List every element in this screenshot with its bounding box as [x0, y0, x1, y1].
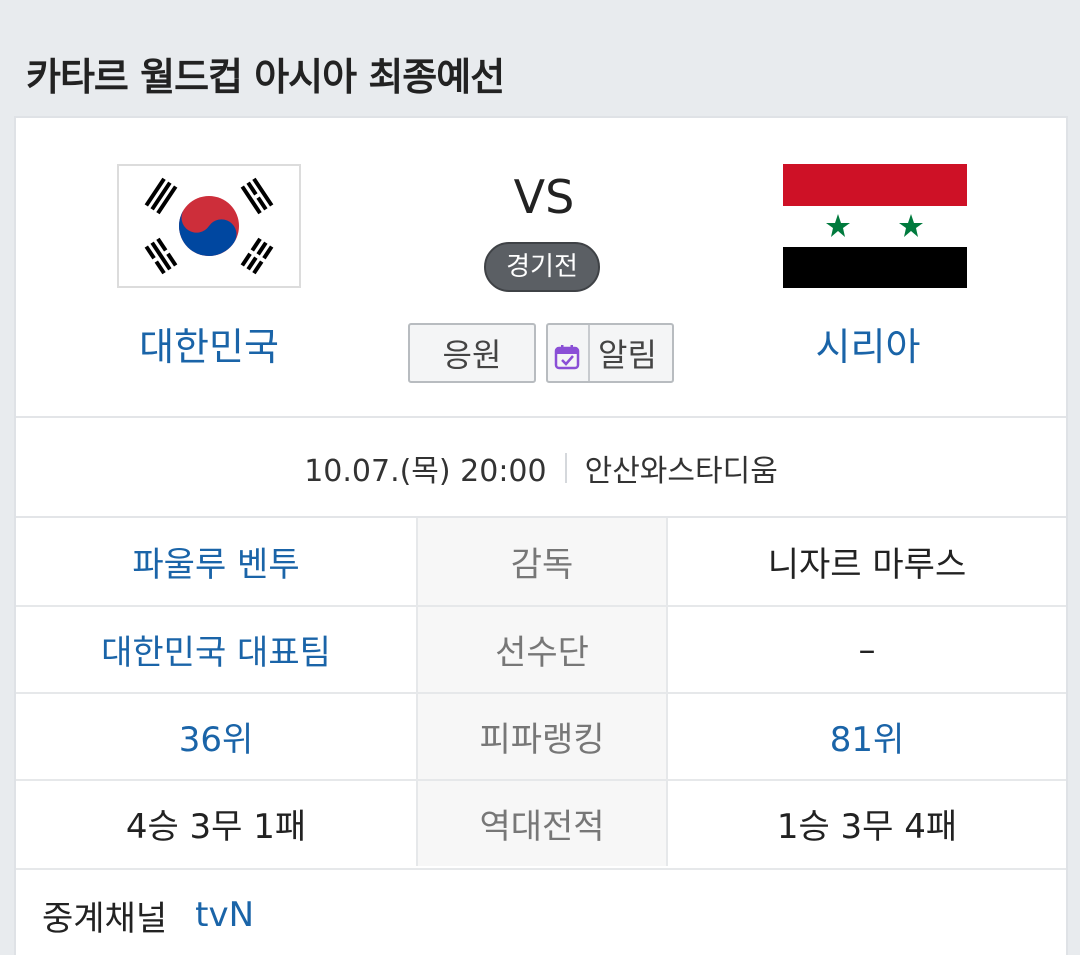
broadcast-row: 중계채널 tvN	[16, 868, 1066, 955]
page: 카타르 월드컵 아시아 최종예선 대한민국 VS 경기전 응원 알림 시리아 1…	[0, 0, 1080, 955]
cheer-button-label: 응원	[442, 336, 502, 374]
home-team-name[interactable]: 대한민국	[79, 316, 339, 371]
home-squad[interactable]: 대한민국 대표팀	[16, 607, 416, 692]
table-row: 파울루 벤투 감독 니자르 마루스	[16, 518, 1066, 605]
row-label: 선수단	[416, 607, 668, 692]
stats-table: 파울루 벤투 감독 니자르 마루스 대한민국 대표팀 선수단 – 36위 피파랭…	[16, 518, 1066, 866]
row-label: 감독	[416, 518, 668, 605]
page-title: 카타르 월드컵 아시아 최종예선	[26, 55, 505, 99]
row-label: 피파랭킹	[416, 694, 668, 779]
vs-label: VS	[513, 170, 575, 224]
match-info: 10.07.(목) 20:00 안산와스타디움	[16, 420, 1066, 516]
match-datetime: 10.07.(목) 20:00	[304, 454, 547, 489]
match-venue: 안산와스타디움	[584, 454, 778, 489]
status-badge: 경기전	[484, 242, 600, 292]
broadcast-channel-link[interactable]: tvN	[195, 895, 254, 935]
alarm-divider	[588, 325, 590, 381]
home-record: 4승 3무 1패	[125, 807, 307, 847]
alarm-button[interactable]: 알림	[546, 323, 674, 383]
alarm-button-label: 알림	[598, 336, 657, 374]
table-row: 대한민국 대표팀 선수단 –	[16, 605, 1066, 692]
table-row: 36위 피파랭킹 81위	[16, 692, 1066, 779]
away-team-name[interactable]: 시리아	[738, 316, 998, 371]
home-fifa-ranking[interactable]: 36위	[16, 694, 416, 779]
match-card: 대한민국 VS 경기전 응원 알림 시리아 10.07.(목) 20:00 안산…	[14, 116, 1068, 955]
calendar-check-icon	[554, 340, 580, 370]
match-header: 대한민국 VS 경기전 응원 알림 시리아	[16, 118, 1066, 418]
syria-flag-icon[interactable]	[783, 164, 967, 288]
korea-flag-icon[interactable]	[117, 164, 301, 288]
cheer-button[interactable]: 응원	[408, 323, 536, 383]
away-squad: –	[858, 629, 876, 670]
info-divider	[564, 453, 567, 483]
row-label: 역대전적	[416, 781, 668, 866]
home-coach[interactable]: 파울루 벤투	[16, 518, 416, 605]
broadcast-label: 중계채널	[42, 898, 168, 939]
divider	[16, 416, 1066, 418]
away-fifa-ranking[interactable]: 81위	[668, 694, 1066, 779]
away-coach: 니자르 마루스	[767, 545, 967, 585]
away-record: 1승 3무 4패	[776, 807, 958, 847]
table-row: 4승 3무 1패 역대전적 1승 3무 4패	[16, 779, 1066, 866]
